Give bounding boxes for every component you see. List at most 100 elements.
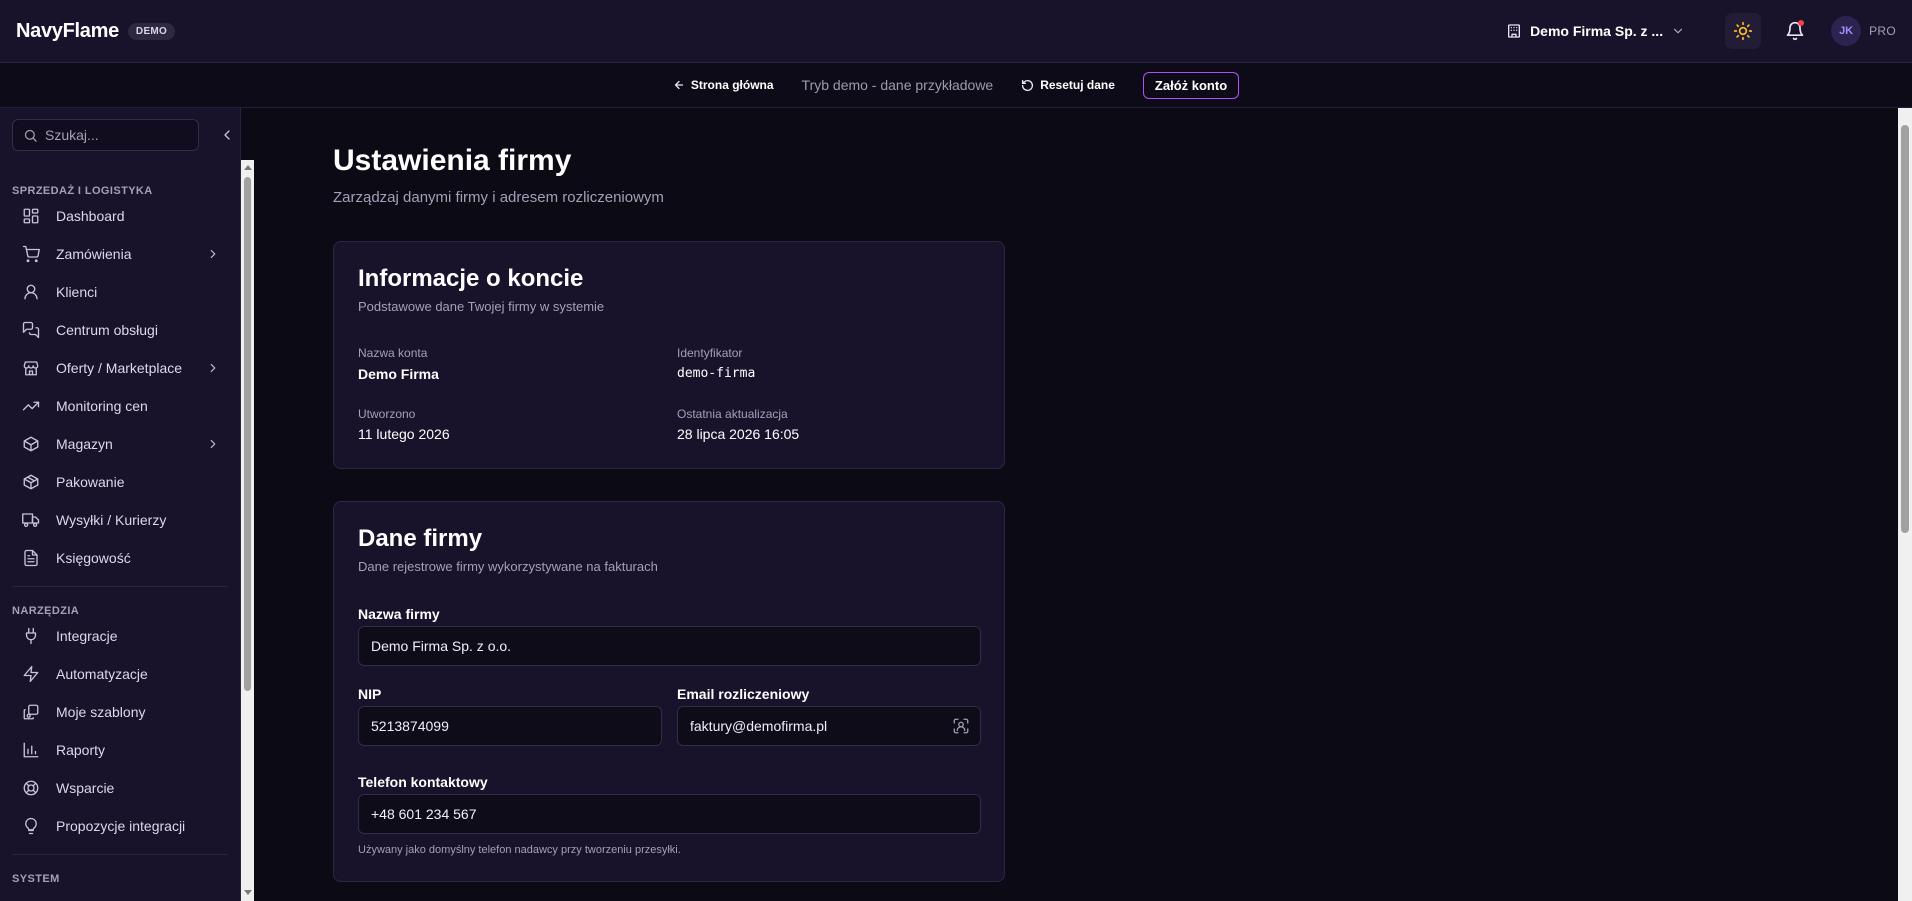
sidebar-item-label: Magazyn <box>56 436 113 452</box>
building-icon <box>1506 23 1522 39</box>
collapse-sidebar-button[interactable] <box>219 127 235 143</box>
account-name-label: Nazwa konta <box>358 346 428 360</box>
company-data-card: Dane firmy Dane rejestrowe firmy wykorzy… <box>333 501 1005 882</box>
lightbulb-icon <box>22 817 40 835</box>
chevron-left-icon <box>224 130 230 140</box>
account-name-value: Demo Firma <box>358 366 439 382</box>
sidebar-divider <box>12 854 228 855</box>
sidebar-item-integration-proposals[interactable]: Propozycje integracji <box>12 809 230 843</box>
sidebar-item-reports[interactable]: Raporty <box>12 733 230 767</box>
sidebar-scrollbar[interactable] <box>241 160 254 901</box>
chevron-down-icon <box>1671 24 1685 38</box>
avatar[interactable]: JK <box>1831 16 1862 46</box>
sidebar-search <box>12 119 199 151</box>
chevron-right-icon <box>206 361 220 375</box>
identifier-value: demo-firma <box>677 366 756 381</box>
app-logo[interactable]: NavyFlame <box>16 20 119 43</box>
sidebar-item-packing[interactable]: Pakowanie <box>12 465 230 499</box>
sidebar-item-warehouse[interactable]: Magazyn <box>12 427 230 461</box>
search-icon <box>23 128 38 143</box>
section-label-system: SYSTEM <box>12 873 60 885</box>
company-name-label: Nazwa firmy <box>358 606 440 622</box>
cart-icon <box>22 245 40 263</box>
scroll-up-arrow[interactable] <box>244 165 252 170</box>
lifebuoy-icon <box>22 779 40 797</box>
demo-bar: Strona główna Tryb demo - dane przykłado… <box>0 63 1912 108</box>
created-label: Utworzono <box>358 407 416 421</box>
sidebar-item-label: Oferty / Marketplace <box>56 360 183 376</box>
sidebar-item-label: Dashboard <box>56 208 125 224</box>
nip-input[interactable] <box>371 718 661 734</box>
sidebar-item-shipping[interactable]: Wysyłki / Kurierzy <box>12 503 230 537</box>
sidebar-item-orders[interactable]: Zamówienia <box>12 237 230 271</box>
demo-mode-text: Tryb demo - dane przykładowe <box>801 77 994 93</box>
updated-label: Ostatnia aktualizacja <box>677 407 788 421</box>
user-icon <box>22 283 40 301</box>
reset-data-button[interactable]: Resetuj dane <box>1021 78 1115 92</box>
account-info-card: Informacje o koncie Podstawowe dane Twoj… <box>333 241 1005 469</box>
search-input[interactable] <box>45 127 185 143</box>
sidebar-item-integrations[interactable]: Integracje <box>12 619 230 653</box>
sidebar-divider <box>12 586 228 587</box>
top-header: NavyFlame DEMO Demo Firma Sp. z ... JK P… <box>0 0 1912 63</box>
updated-value: 28 lipca 2026 16:05 <box>677 426 800 442</box>
package-icon <box>22 473 40 491</box>
sidebar-item-templates[interactable]: Moje szablony <box>12 695 230 729</box>
section-label-sales: SPRZEDAŻ I LOGISTYKA <box>12 185 153 197</box>
sidebar-nav: SPRZEDAŻ I LOGISTYKA Dashboard Zamówieni… <box>0 163 240 901</box>
sidebar-item-label: Pakowanie <box>56 474 125 490</box>
arrow-left-icon <box>673 79 685 91</box>
company-name: Demo Firma Sp. z ... <box>1530 23 1664 39</box>
sidebar-item-label: Raporty <box>56 742 106 758</box>
grid-icon <box>22 207 40 225</box>
scroll-down-arrow[interactable] <box>244 890 252 895</box>
main-scrollbar-thumb[interactable] <box>1901 125 1909 533</box>
page-subtitle: Zarządzaj danymi firmy i adresem rozlicz… <box>333 189 664 206</box>
sidebar-item-label: Zamówienia <box>56 246 132 262</box>
phone-input[interactable] <box>371 806 980 822</box>
sidebar-item-automations[interactable]: Automatyzacje <box>12 657 230 691</box>
bolt-icon <box>22 665 40 683</box>
notifications-button[interactable] <box>1777 13 1813 49</box>
sidebar-item-price-monitoring[interactable]: Monitoring cen <box>12 389 230 423</box>
theme-toggle-button[interactable] <box>1725 13 1762 49</box>
chevron-right-icon <box>206 247 220 261</box>
sidebar-scrollbar-thumb[interactable] <box>244 177 251 691</box>
signup-button[interactable]: Załóż konto <box>1142 71 1240 99</box>
card-subtitle: Podstawowe dane Twojej firmy w systemie <box>358 299 605 314</box>
company-switcher[interactable]: Demo Firma Sp. z ... <box>1506 23 1685 39</box>
nip-field <box>358 706 662 746</box>
sidebar-item-label: Propozycje integracji <box>56 818 186 834</box>
sidebar-item-label: Automatyzacje <box>56 666 148 682</box>
billing-email-input[interactable] <box>690 718 980 734</box>
sidebar-item-service-center[interactable]: Centrum obsługi <box>12 313 230 347</box>
sidebar-item-label: Wysyłki / Kurierzy <box>56 512 167 528</box>
sidebar-item-label: Wsparcie <box>56 780 115 796</box>
store-icon <box>22 359 40 377</box>
main-scrollbar[interactable] <box>1898 108 1912 901</box>
identifier-label: Identyfikator <box>677 346 743 360</box>
contact-autofill-icon[interactable] <box>952 717 970 735</box>
card-title: Informacje o koncie <box>358 265 584 292</box>
card-subtitle: Dane rejestrowe firmy wykorzystywane na … <box>358 559 658 574</box>
sidebar-item-dashboard[interactable]: Dashboard <box>12 199 230 233</box>
chevron-right-icon <box>206 437 220 451</box>
company-name-input[interactable] <box>371 638 980 654</box>
templates-icon <box>22 703 40 721</box>
created-value: 11 lutego 2026 <box>358 426 450 442</box>
sidebar-item-clients[interactable]: Klienci <box>12 275 230 309</box>
trending-icon <box>22 397 40 415</box>
sidebar-item-offers[interactable]: Oferty / Marketplace <box>12 351 230 385</box>
box-icon <box>22 435 40 453</box>
billing-email-field <box>677 706 981 746</box>
sidebar-item-label: Moje szablony <box>56 704 146 720</box>
reset-data-label: Resetuj dane <box>1040 78 1115 92</box>
page-title: Ustawienia firmy <box>333 144 572 177</box>
home-link[interactable]: Strona główna <box>673 78 774 92</box>
sidebar-item-label: Integracje <box>56 628 118 644</box>
sidebar-item-support[interactable]: Wsparcie <box>12 771 230 805</box>
main-content: Ustawienia firmy Zarządzaj danymi firmy … <box>256 108 1896 901</box>
truck-icon <box>22 511 40 529</box>
sidebar-item-label: Monitoring cen <box>56 398 148 414</box>
sidebar-item-accounting[interactable]: Księgowość <box>12 541 230 575</box>
